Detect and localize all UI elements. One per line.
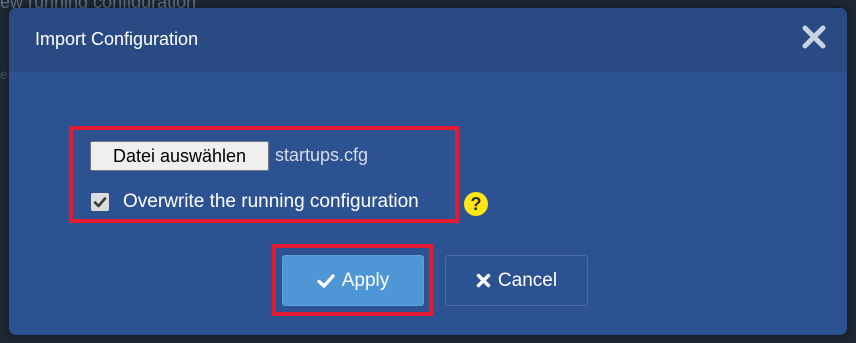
checkmark-icon xyxy=(93,197,107,208)
dialog-header: Import Configuration xyxy=(9,8,847,72)
help-icon[interactable]: ? xyxy=(464,192,488,216)
import-configuration-dialog: Import Configuration Datei auswählen sta… xyxy=(9,8,847,335)
x-icon xyxy=(476,273,491,288)
check-icon xyxy=(317,273,335,289)
cancel-label: Cancel xyxy=(497,269,558,291)
overwrite-checkbox[interactable] xyxy=(91,193,109,211)
cancel-button[interactable]: Cancel xyxy=(445,255,588,306)
close-icon[interactable] xyxy=(801,22,827,52)
selected-file-name: startups.cfg xyxy=(275,145,369,165)
choose-file-button[interactable]: Datei auswählen xyxy=(90,141,269,171)
apply-label: Apply xyxy=(341,269,390,291)
overwrite-label[interactable]: Overwrite the running configuration xyxy=(123,191,419,213)
dialog-title: Import Configuration xyxy=(35,29,199,49)
apply-button[interactable]: Apply xyxy=(282,255,424,306)
